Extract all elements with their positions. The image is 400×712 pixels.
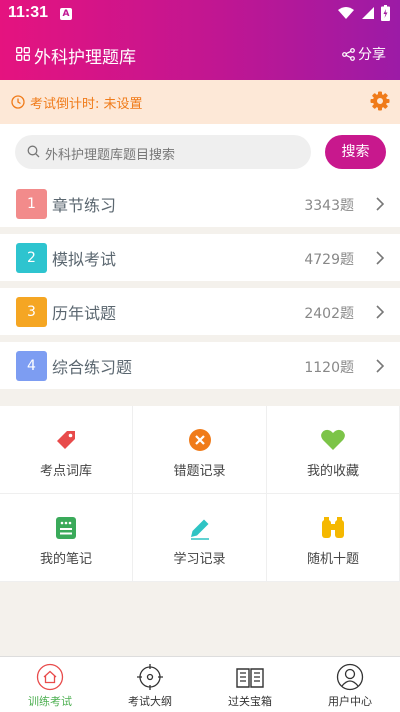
chevron-right-icon xyxy=(376,359,384,373)
section-count: 2402题 xyxy=(304,306,354,322)
chevron-right-icon xyxy=(376,305,384,319)
status-icons xyxy=(337,5,390,21)
home-icon xyxy=(36,663,64,691)
section-index-badge: 1 xyxy=(16,189,47,219)
tool-label: 随机十题 xyxy=(306,552,359,567)
section-count: 1120题 xyxy=(304,360,354,376)
compass-icon xyxy=(137,664,163,690)
section-row-chapter-practice[interactable]: 1 章节练习 3343题 xyxy=(0,180,400,227)
tool-label: 考点词库 xyxy=(39,464,92,479)
tab-label: 训练考试 xyxy=(28,695,72,708)
search-placeholder: 外科护理题库题目搜索 xyxy=(45,148,176,163)
gear-icon[interactable] xyxy=(370,91,390,111)
search-area: 外科护理题库题目搜索 搜索 xyxy=(0,124,400,180)
tab-treasure-box[interactable]: 过关宝箱 xyxy=(200,657,300,712)
clock-icon xyxy=(11,95,25,109)
section-row-mock-exam[interactable]: 2 模拟考试 4729题 xyxy=(0,234,400,281)
tool-label: 我的笔记 xyxy=(39,552,92,567)
tab-exam-outline[interactable]: 考试大纲 xyxy=(100,657,200,712)
section-count: 3343题 xyxy=(304,198,354,214)
section-label: 综合练习题 xyxy=(52,358,133,377)
grid-icon[interactable] xyxy=(16,47,30,61)
tool-wrong-answers[interactable]: 错题记录 xyxy=(133,406,267,494)
countdown-text: 考试倒计时: 未设置 xyxy=(30,97,143,112)
notebook-icon xyxy=(56,517,76,539)
search-icon xyxy=(27,145,40,158)
pencil-icon xyxy=(190,519,209,540)
tool-favorites[interactable]: 我的收藏 xyxy=(267,406,400,494)
tool-label: 我的收藏 xyxy=(306,464,359,479)
x-circle-icon xyxy=(188,429,211,451)
section-index-badge: 3 xyxy=(16,297,47,327)
title-bar: 外科护理题库 分享 xyxy=(0,36,400,72)
tab-user-center[interactable]: 用户中心 xyxy=(300,657,400,712)
tool-label: 学习记录 xyxy=(173,552,226,567)
tab-label: 过关宝箱 xyxy=(228,695,272,708)
heart-icon xyxy=(321,429,345,450)
section-row-comprehensive[interactable]: 4 综合练习题 1120题 xyxy=(0,342,400,389)
section-label: 模拟考试 xyxy=(52,250,117,269)
tool-study-record[interactable]: 学习记录 xyxy=(133,494,267,582)
tab-label: 考试大纲 xyxy=(128,695,172,708)
chevron-right-icon xyxy=(376,251,384,265)
tool-random-ten[interactable]: 随机十题 xyxy=(267,494,400,582)
share-icon xyxy=(342,47,355,61)
notification-icon: A xyxy=(60,8,72,20)
search-button[interactable]: 搜索 xyxy=(325,135,386,169)
tools-grid: 考点词库 错题记录 我的收藏 我的笔记 学习记录 随机十题 xyxy=(0,406,400,582)
tab-label: 用户中心 xyxy=(328,695,372,708)
chevron-right-icon xyxy=(376,197,384,211)
book-icon xyxy=(236,668,264,688)
status-time: 11:31 xyxy=(8,4,49,21)
status-bar: 11:31 A xyxy=(0,0,400,28)
tool-notes[interactable]: 我的笔记 xyxy=(0,494,133,582)
section-list: 1 章节练习 3343题 2 模拟考试 4729题 3 历年试题 2402题 4… xyxy=(0,180,400,396)
battery-icon xyxy=(381,5,390,21)
section-label: 章节练习 xyxy=(52,196,117,215)
tool-label: 错题记录 xyxy=(173,464,226,479)
tab-training-exam[interactable]: 训练考试 xyxy=(0,657,100,712)
search-input[interactable]: 外科护理题库题目搜索 xyxy=(15,135,311,169)
section-index-badge: 4 xyxy=(16,351,47,381)
section-label: 历年试题 xyxy=(52,304,117,323)
share-label: 分享 xyxy=(358,47,386,63)
tag-icon xyxy=(57,431,75,449)
page-title: 外科护理题库 xyxy=(34,48,136,68)
section-row-past-exams[interactable]: 3 历年试题 2402题 xyxy=(0,288,400,335)
bottom-tab-bar: 训练考试 考试大纲 过关宝箱 用户中心 xyxy=(0,656,400,712)
section-index-badge: 2 xyxy=(16,243,47,273)
exam-countdown-bar[interactable]: 考试倒计时: 未设置 xyxy=(0,80,400,124)
tool-keyword-bank[interactable]: 考点词库 xyxy=(0,406,133,494)
user-icon xyxy=(336,663,364,691)
binoculars-icon xyxy=(322,517,344,538)
signal-icon xyxy=(362,7,374,19)
wifi-icon xyxy=(338,7,354,19)
share-button[interactable]: 分享 xyxy=(342,44,386,64)
section-count: 4729题 xyxy=(304,252,354,268)
app-header: 11:31 A 外科护理题库 分享 xyxy=(0,0,400,80)
